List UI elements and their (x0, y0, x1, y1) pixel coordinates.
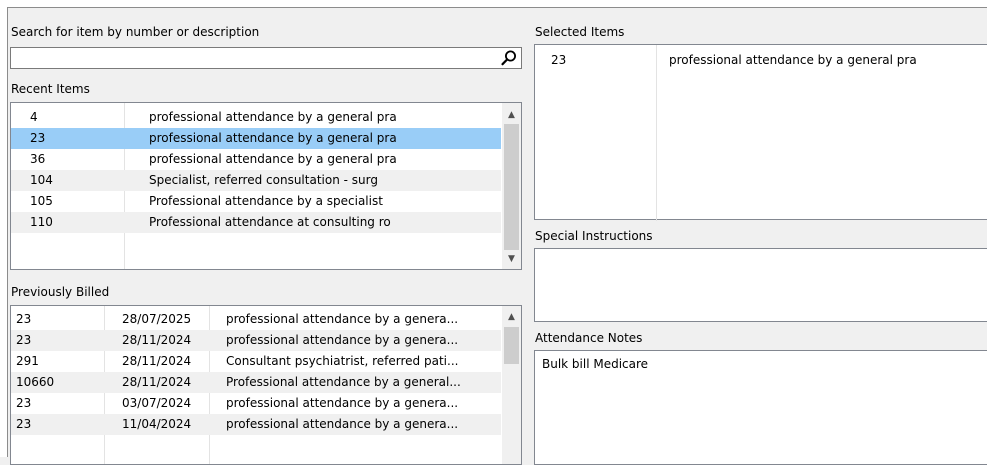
billed-row[interactable]: 291 28/11/2024 Consultant psychiatrist, … (11, 351, 501, 372)
scrollbar-thumb[interactable] (504, 327, 519, 364)
selected-items-label: Selected Items (535, 25, 625, 39)
previously-billed-scrollbar[interactable]: ▲ (502, 306, 521, 464)
billed-description: Consultant psychiatrist, referred pati..… (226, 354, 459, 368)
recent-item-row[interactable]: 110 Professional attendance at consultin… (11, 212, 501, 233)
billed-date: 28/11/2024 (122, 354, 192, 368)
special-instructions-label: Special Instructions (535, 229, 653, 243)
recent-item-row[interactable]: 105 Professional attendance by a special… (11, 191, 501, 212)
billed-number: 23 (16, 396, 32, 410)
selected-item-row[interactable]: 23 professional attendance by a general … (535, 50, 987, 71)
billed-description: professional attendance by a genera... (226, 396, 459, 410)
billed-description: professional attendance by a genera... (226, 417, 459, 431)
chevron-up-icon[interactable]: ▲ (502, 309, 521, 325)
billed-row[interactable]: 23 28/07/2025 professional attendance by… (11, 309, 501, 330)
scrollbar-thumb[interactable] (504, 124, 519, 250)
window-border-left (7, 7, 8, 457)
special-instructions-field[interactable] (534, 248, 987, 322)
billed-description: professional attendance by a genera... (226, 312, 459, 326)
attendance-notes-text: Bulk bill Medicare (542, 357, 649, 371)
item-description: Professional attendance at consulting ro (149, 215, 391, 229)
column-separator (656, 45, 657, 221)
billed-date: 03/07/2024 (122, 396, 192, 410)
billed-row[interactable]: 23 28/11/2024 professional attendance by… (11, 330, 501, 351)
item-description: Professional attendance by a specialist (149, 194, 383, 208)
recent-item-row[interactable]: 4 professional attendance by a general p… (11, 107, 501, 128)
item-number: 23 (551, 53, 567, 67)
search-input[interactable] (13, 50, 493, 66)
billed-description: Professional attendance by a general... (226, 375, 461, 389)
item-number: 104 (30, 173, 53, 187)
billed-row[interactable]: 23 11/04/2024 professional attendance by… (11, 414, 501, 435)
recent-items-list[interactable]: 4 professional attendance by a general p… (10, 102, 522, 270)
item-number: 23 (30, 131, 46, 145)
billed-number: 23 (16, 312, 32, 326)
billed-number: 10660 (16, 375, 55, 389)
billed-date: 28/11/2024 (122, 333, 192, 347)
billed-date: 28/11/2024 (122, 375, 192, 389)
item-description: professional attendance by a general pra (149, 131, 397, 145)
item-description: professional attendance by a general pra (149, 152, 397, 166)
window-border-top (8, 7, 987, 8)
billed-date: 11/04/2024 (122, 417, 192, 431)
item-number: 105 (30, 194, 53, 208)
item-number: 4 (30, 110, 38, 124)
billed-row[interactable]: 10660 28/11/2024 Professional attendance… (11, 372, 501, 393)
previously-billed-label: Previously Billed (11, 285, 110, 299)
item-number: 110 (30, 215, 53, 229)
recent-item-row[interactable]: 36 professional attendance by a general … (11, 149, 501, 170)
billed-number: 291 (16, 354, 39, 368)
billed-number: 23 (16, 417, 32, 431)
recent-item-row[interactable]: 104 Specialist, referred consultation - … (11, 170, 501, 191)
attendance-notes-field[interactable]: Bulk bill Medicare (534, 350, 987, 465)
item-number: 36 (30, 152, 46, 166)
attendance-notes-label: Attendance Notes (535, 331, 643, 345)
selected-items-list[interactable]: 23 professional attendance by a general … (534, 44, 987, 221)
chevron-up-icon[interactable]: ▲ (502, 107, 521, 123)
previously-billed-list[interactable]: 23 28/07/2025 professional attendance by… (10, 305, 522, 465)
billed-number: 23 (16, 333, 32, 347)
recent-items-scrollbar[interactable]: ▲ ▼ (502, 103, 521, 269)
search-field[interactable] (10, 47, 522, 69)
billed-date: 28/07/2025 (122, 312, 192, 326)
item-description: Specialist, referred consultation - surg (149, 173, 378, 187)
billed-description: professional attendance by a genera... (226, 333, 459, 347)
recent-item-row-selected[interactable]: 23 professional attendance by a general … (11, 128, 501, 149)
search-icon[interactable] (500, 49, 518, 67)
search-label: Search for item by number or description (11, 25, 260, 39)
billed-row[interactable]: 23 03/07/2024 professional attendance by… (11, 393, 501, 414)
item-description: professional attendance by a general pra (149, 110, 397, 124)
item-description: professional attendance by a general pra (669, 53, 917, 67)
recent-items-label: Recent Items (11, 82, 90, 96)
chevron-down-icon[interactable]: ▼ (502, 251, 521, 267)
